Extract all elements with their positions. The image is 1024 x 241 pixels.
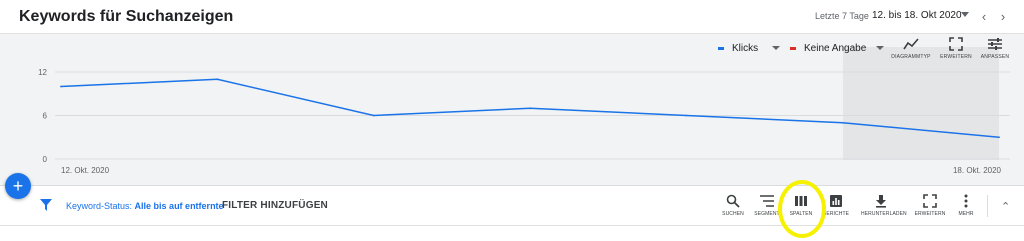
legend-label-klicks: Klicks	[732, 42, 759, 54]
chart-adjust-label: ANPASSEN	[980, 54, 1010, 60]
toolbar-divider	[987, 195, 988, 217]
download-button[interactable]: HERUNTERLADEN	[861, 194, 907, 217]
table-expand-button[interactable]: ERWEITERN	[910, 194, 950, 217]
download-icon	[876, 195, 886, 208]
keyword-status-prefix: Keyword-Status:	[66, 201, 133, 211]
data-point	[60, 85, 62, 88]
legend-label-keine-angabe: Keine Angabe	[804, 42, 867, 54]
date-range-hint[interactable]: Letzte 7 Tage	[815, 11, 869, 21]
chart-adjust-button[interactable]: ANPASSEN	[971, 37, 1019, 60]
legend-swatch-keine-angabe	[790, 46, 796, 50]
legend-caret-icon	[876, 46, 885, 50]
search-icon	[726, 194, 740, 208]
data-point	[685, 114, 688, 117]
legend-swatch-klicks	[718, 46, 724, 50]
data-point	[529, 107, 531, 110]
data-point	[841, 121, 844, 124]
page-title: Keywords für Suchanzeigen	[19, 8, 234, 25]
y-tick-label: 0	[43, 155, 48, 164]
x-tick-label: 18. Okt. 2020	[953, 166, 1002, 175]
legend-metric-keine-angabe[interactable]: Keine Angabe	[790, 41, 885, 55]
expand-icon	[949, 37, 963, 51]
date-range-selector[interactable]: 12. bis 18. Okt 2020	[872, 10, 962, 21]
previous-period-icon[interactable]: ‹	[977, 9, 991, 25]
adjust-icon	[988, 38, 1002, 50]
filter-icon[interactable]	[40, 199, 52, 211]
next-period-icon[interactable]: ›	[996, 9, 1010, 25]
more-icon	[964, 194, 968, 208]
add-filter-button[interactable]: FILTER HINZUFÜGEN	[222, 200, 328, 211]
date-dropdown-caret-icon[interactable]	[961, 12, 969, 17]
x-tick-label: 12. Okt. 2020	[61, 166, 110, 175]
chart-type-icon	[903, 38, 919, 50]
performance-chart: 0 6 12 12. Okt. 2020 18. Okt. 2020	[38, 47, 1010, 175]
data-point	[372, 114, 375, 117]
filter-toolbar: Keyword-Status: Alle bis auf entfernte F…	[0, 186, 1024, 226]
annotation-highlight-circle	[778, 180, 826, 238]
add-keyword-button[interactable]: +	[5, 173, 31, 199]
expand-icon	[923, 194, 937, 208]
reports-icon	[830, 195, 842, 207]
y-tick-label: 6	[43, 112, 48, 121]
chart-panel: 0 6 12 12. Okt. 2020 18. Okt. 2020 Klicks K…	[0, 34, 1024, 186]
data-point	[216, 78, 219, 81]
segment-icon	[760, 195, 774, 207]
page-header: Keywords für Suchanzeigen Letzte 7 Tage …	[0, 0, 1024, 34]
more-label: MEHR	[958, 211, 974, 217]
collapse-chevron-icon[interactable]: ⌃	[1001, 200, 1010, 213]
legend-metric-klicks[interactable]: Klicks	[718, 41, 781, 55]
chart-type-label: DIAGRAMMTYP	[891, 54, 931, 60]
more-button[interactable]: MEHR	[946, 194, 986, 217]
keyword-status-filter[interactable]: Keyword-Status: Alle bis auf entfernte	[66, 201, 224, 211]
legend-caret-icon	[772, 46, 781, 50]
y-tick-label: 12	[38, 68, 47, 77]
download-label: HERUNTERLADEN	[861, 211, 907, 217]
table-expand-label: ERWEITERN	[914, 211, 946, 217]
current-period-highlight	[843, 47, 999, 160]
data-point	[998, 136, 1000, 139]
keyword-status-value: Alle bis auf entfernte	[134, 201, 224, 211]
chart-type-button[interactable]: DIAGRAMMTYP	[887, 37, 935, 60]
